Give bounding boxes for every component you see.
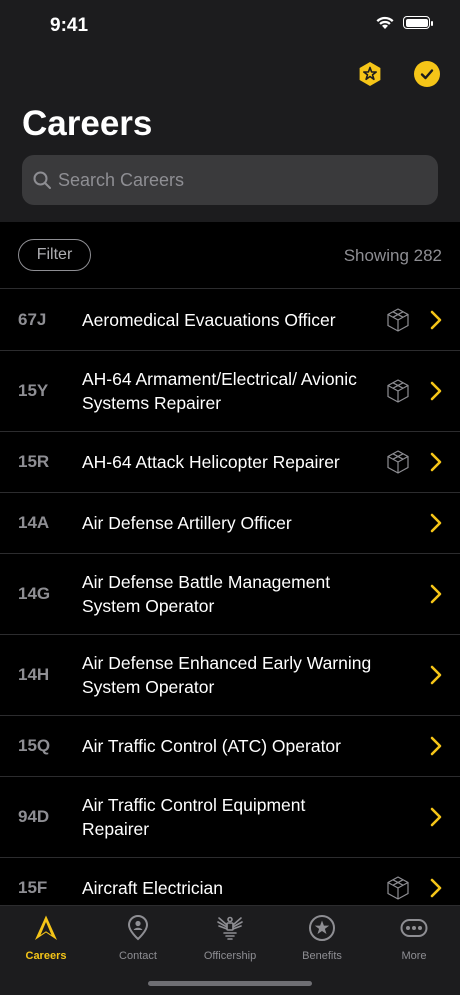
career-row[interactable]: 14G Air Defense Battle Management System… [0, 554, 460, 635]
check-button[interactable] [414, 61, 440, 87]
careers-icon [35, 915, 57, 940]
page-title: Careers [22, 104, 153, 143]
search-input[interactable] [56, 169, 416, 191]
career-code: 15Y [18, 381, 49, 400]
career-row[interactable]: 15R AH-64 Attack Helicopter Repairer [0, 432, 460, 493]
career-row[interactable]: 15F Aircraft Electrician [0, 858, 460, 905]
more-dots-icon [400, 919, 428, 937]
tab-label: More [401, 950, 427, 962]
officership-eagle-icon [217, 916, 243, 940]
chevron-right-icon [430, 310, 442, 330]
career-row[interactable]: 67J Aeromedical Evacuations Officer [0, 290, 460, 351]
search-icon [33, 171, 51, 189]
chevron-right-icon [430, 381, 442, 401]
career-name: Air Traffic Control (ATC) Operator [82, 736, 341, 756]
chevron-right-icon [430, 736, 442, 756]
tab-label: Contact [119, 950, 157, 962]
chevron-right-icon [430, 665, 442, 685]
header-area: 9:41 Careers [0, 0, 460, 222]
tab-label: Officership [203, 950, 257, 962]
chevron-right-icon [430, 513, 442, 533]
career-code: 14H [18, 665, 50, 684]
tab-careers[interactable]: Careers [0, 914, 92, 964]
battery-icon [403, 16, 433, 29]
benefits-star-icon [309, 915, 335, 941]
career-code: 14A [18, 513, 50, 532]
career-name: Air Defense Artillery Officer [82, 513, 292, 533]
tab-label: Benefits [302, 950, 342, 962]
career-code: 15Q [18, 736, 51, 755]
career-row[interactable]: 14A Air Defense Artillery Officer [0, 493, 460, 554]
career-code: 15F [18, 878, 48, 897]
career-row[interactable]: 15Q Air Traffic Control (ATC) Operator [0, 716, 460, 777]
career-name: Aeromedical Evacuations Officer [82, 310, 336, 330]
filter-button[interactable]: Filter [18, 239, 91, 271]
cube-badge-icon [387, 379, 409, 403]
career-code: 67J [18, 310, 47, 329]
tab-officership[interactable]: Officership [184, 914, 276, 964]
hex-star-button[interactable] [357, 61, 383, 87]
chevron-right-icon [430, 452, 442, 472]
career-code: 14G [18, 584, 51, 603]
careers-list: 67J Aeromedical Evacuations Officer 15Y … [0, 290, 460, 905]
career-row[interactable]: 14H Air Defense Enhanced Early Warning S… [0, 635, 460, 716]
career-name: AH-64 Armament/Electrical/ Avionic Syste… [82, 369, 357, 413]
tab-label: Careers [25, 950, 67, 962]
status-icons [375, 15, 433, 30]
hex-star-icon [359, 62, 381, 86]
career-row[interactable]: 15Y AH-64 Armament/Electrical/ Avionic S… [0, 351, 460, 432]
status-time: 9:41 [50, 15, 89, 36]
cube-badge-icon [387, 450, 409, 474]
results-count: Showing 282 [343, 246, 442, 265]
career-code: 15R [18, 452, 50, 471]
chevron-right-icon [430, 584, 442, 604]
tab-bar: Careers Contact Officership Benefits Mor… [0, 905, 460, 995]
career-name: AH-64 Attack Helicopter Repairer [82, 452, 340, 472]
career-code: 94D [18, 807, 50, 826]
career-name: Air Defense Battle Management System Ope… [82, 572, 331, 616]
filter-row: Filter Showing 282 [0, 222, 460, 289]
career-name: Air Defense Enhanced Early Warning Syste… [82, 653, 372, 697]
tab-contact[interactable]: Contact [92, 914, 184, 964]
chevron-right-icon [430, 878, 442, 898]
cube-badge-icon [387, 308, 409, 332]
search-bar[interactable] [22, 155, 438, 205]
contact-pin-icon [127, 914, 149, 941]
tab-more[interactable]: More [368, 914, 460, 964]
checkmark-icon [420, 69, 434, 80]
career-row[interactable]: 94D Air Traffic Control Equipment Repair… [0, 777, 460, 858]
career-name: Aircraft Electrician [82, 878, 224, 898]
home-indicator[interactable] [148, 981, 312, 986]
tab-benefits[interactable]: Benefits [276, 914, 368, 964]
chevron-right-icon [430, 807, 442, 827]
cube-badge-icon [387, 876, 409, 900]
wifi-icon [376, 16, 394, 29]
career-name: Air Traffic Control Equipment Repairer [82, 795, 306, 839]
